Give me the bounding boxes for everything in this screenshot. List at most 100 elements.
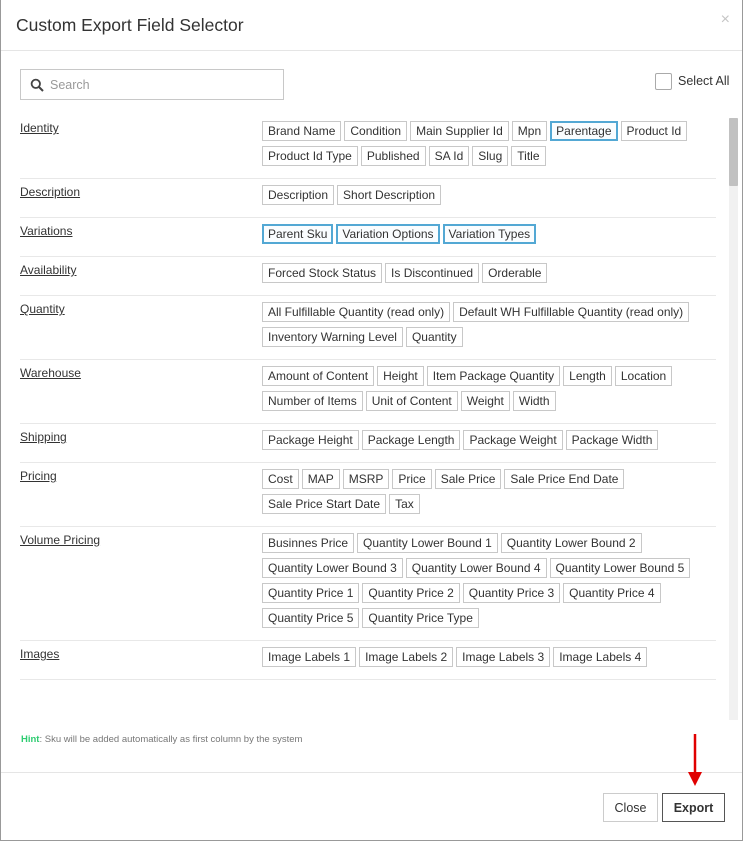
field-chip[interactable]: MAP bbox=[301, 469, 340, 489]
field-chip[interactable]: Parentage bbox=[550, 121, 618, 141]
group-label[interactable]: Pricing bbox=[20, 469, 262, 519]
field-group: Shipping Package Height Package Length Pack… bbox=[20, 424, 716, 463]
field-chip[interactable]: Variation Types bbox=[442, 224, 537, 244]
field-chip[interactable]: Width bbox=[512, 391, 556, 411]
field-chip[interactable]: Image Labels 3 bbox=[456, 647, 551, 667]
field-chip[interactable]: Published bbox=[360, 146, 426, 166]
field-chip[interactable]: Location bbox=[614, 366, 673, 386]
field-group: Description Description Short Description bbox=[20, 179, 716, 218]
field-chip[interactable]: Height bbox=[377, 366, 424, 386]
select-all-toggle[interactable]: Select All bbox=[655, 72, 729, 90]
field-chip[interactable]: Price bbox=[392, 469, 432, 489]
field-chip[interactable]: Inventory Warning Level bbox=[262, 327, 403, 347]
field-chip[interactable]: Slug bbox=[472, 146, 509, 166]
dialog-title: Custom Export Field Selector bbox=[16, 15, 244, 35]
field-chips: Image Labels 1 Image Labels 2 Image Labels… bbox=[262, 647, 716, 672]
field-chip[interactable]: Package Weight bbox=[463, 430, 563, 450]
field-chip[interactable]: Image Labels 1 bbox=[262, 647, 357, 667]
field-chip[interactable]: Number of Items bbox=[262, 391, 363, 411]
field-group: Images Image Labels 1 Image Labels 2 Image … bbox=[20, 641, 716, 680]
field-group: Identity Brand Name Condition Main Supplier… bbox=[20, 115, 716, 179]
close-icon[interactable]: × bbox=[721, 12, 730, 28]
field-chip[interactable]: Forced Stock Status bbox=[262, 263, 383, 283]
field-chip[interactable]: Variation Options bbox=[336, 224, 440, 244]
field-chip[interactable]: Orderable bbox=[482, 263, 548, 283]
search-input[interactable] bbox=[48, 70, 278, 99]
field-chip[interactable]: Product Id Type bbox=[262, 146, 358, 166]
close-button[interactable]: Close bbox=[603, 793, 658, 822]
field-chip[interactable]: All Fulfillable Quantity (read only) bbox=[262, 302, 451, 322]
hint-message: : Sku will be added automatically as fir… bbox=[39, 734, 303, 745]
field-chips: All Fulfillable Quantity (read only) Defa… bbox=[262, 302, 716, 352]
field-chip[interactable]: Businnes Price bbox=[262, 533, 355, 553]
field-chip[interactable]: Quantity Lower Bound 5 bbox=[549, 558, 691, 578]
field-chip[interactable]: Quantity Price 3 bbox=[462, 583, 561, 603]
group-label[interactable]: Shipping bbox=[20, 430, 262, 455]
field-chip[interactable]: Package Height bbox=[262, 430, 359, 450]
field-chip[interactable]: Title bbox=[511, 146, 546, 166]
field-chip[interactable]: Main Supplier Id bbox=[410, 121, 509, 141]
group-label[interactable]: Warehouse bbox=[20, 366, 262, 416]
field-chip[interactable]: Weight bbox=[460, 391, 510, 411]
field-chips: Businnes Price Quantity Lower Bound 1 Quan… bbox=[262, 533, 716, 633]
field-chip[interactable]: Mpn bbox=[511, 121, 548, 141]
field-group: Pricing Cost MAP MSRP Price Sale Price Sale Pr… bbox=[20, 463, 716, 527]
select-all-checkbox[interactable] bbox=[655, 72, 672, 90]
scrollbar-thumb[interactable] bbox=[729, 118, 738, 186]
dialog-header: Custom Export Field Selector × bbox=[1, 0, 742, 51]
field-chip[interactable]: Default WH Fulfillable Quantity (read on… bbox=[453, 302, 690, 322]
field-chip[interactable]: Length bbox=[563, 366, 612, 386]
field-chip[interactable]: SA Id bbox=[428, 146, 470, 166]
export-dialog: Custom Export Field Selector × Select Al… bbox=[0, 0, 743, 841]
field-chip[interactable]: Unit of Content bbox=[365, 391, 458, 411]
field-chip[interactable]: Sale Price bbox=[434, 469, 502, 489]
field-chips: Package Height Package Length Package Weig… bbox=[262, 430, 716, 455]
group-label[interactable]: Availability bbox=[20, 263, 262, 288]
scrollbar[interactable] bbox=[729, 118, 738, 720]
field-chip[interactable]: Amount of Content bbox=[262, 366, 375, 386]
field-chip[interactable]: Sale Price End Date bbox=[504, 469, 625, 489]
field-chip[interactable]: Brand Name bbox=[262, 121, 342, 141]
field-chip[interactable]: Image Labels 4 bbox=[553, 647, 648, 667]
field-chip[interactable]: Quantity Price 5 bbox=[262, 608, 360, 628]
field-chip[interactable]: Quantity Price 1 bbox=[262, 583, 360, 603]
field-chip[interactable]: Cost bbox=[262, 469, 299, 489]
field-chip[interactable]: Product Id bbox=[620, 121, 688, 141]
field-chip[interactable]: Image Labels 2 bbox=[359, 647, 454, 667]
group-label[interactable]: Description bbox=[20, 185, 262, 210]
group-label[interactable]: Quantity bbox=[20, 302, 262, 352]
field-chip[interactable]: Package Width bbox=[565, 430, 659, 450]
group-label[interactable]: Images bbox=[20, 647, 262, 672]
field-chip[interactable]: Quantity Lower Bound 3 bbox=[262, 558, 403, 578]
field-chip[interactable]: Description bbox=[262, 185, 335, 205]
search-icon bbox=[30, 78, 44, 92]
group-label[interactable]: Variations bbox=[20, 224, 262, 249]
group-label[interactable]: Volume Pricing bbox=[20, 533, 262, 633]
red-arrow-icon bbox=[688, 734, 702, 786]
field-chip[interactable]: Parent Sku bbox=[262, 224, 334, 244]
search-field[interactable] bbox=[20, 69, 284, 100]
field-chip[interactable]: Quantity Lower Bound 1 bbox=[357, 533, 498, 553]
field-group: Variations Parent Sku Variation Options Var… bbox=[20, 218, 716, 257]
field-chip[interactable]: Quantity Price Type bbox=[362, 608, 479, 628]
export-button[interactable]: Export bbox=[662, 793, 725, 822]
field-chip[interactable]: Condition bbox=[344, 121, 408, 141]
field-chip[interactable]: MSRP bbox=[342, 469, 390, 489]
field-chips: Cost MAP MSRP Price Sale Price Sale Price End… bbox=[262, 469, 716, 519]
field-chip[interactable]: Quantity Price 4 bbox=[563, 583, 661, 603]
hint-text: Hint: Sku will be added automatically as… bbox=[21, 734, 302, 745]
group-label[interactable]: Identity bbox=[20, 121, 262, 171]
field-chips: Description Short Description bbox=[262, 185, 716, 210]
field-chip[interactable]: Package Length bbox=[361, 430, 461, 450]
field-chip[interactable]: Short Description bbox=[337, 185, 442, 205]
field-chip[interactable]: Is Discontinued bbox=[385, 263, 480, 283]
field-chip[interactable]: Quantity Lower Bound 2 bbox=[500, 533, 642, 553]
field-group: Warehouse Amount of Content Height Item Pac… bbox=[20, 360, 716, 424]
field-chips: Parent Sku Variation Options Variation Typ… bbox=[262, 224, 716, 249]
field-chip[interactable]: Quantity bbox=[405, 327, 463, 347]
field-chip[interactable]: Item Package Quantity bbox=[426, 366, 561, 386]
field-chip[interactable]: Quantity Lower Bound 4 bbox=[405, 558, 547, 578]
field-chip[interactable]: Sale Price Start Date bbox=[262, 494, 387, 514]
field-chip[interactable]: Quantity Price 2 bbox=[362, 583, 460, 603]
field-chip[interactable]: Tax bbox=[389, 494, 420, 514]
